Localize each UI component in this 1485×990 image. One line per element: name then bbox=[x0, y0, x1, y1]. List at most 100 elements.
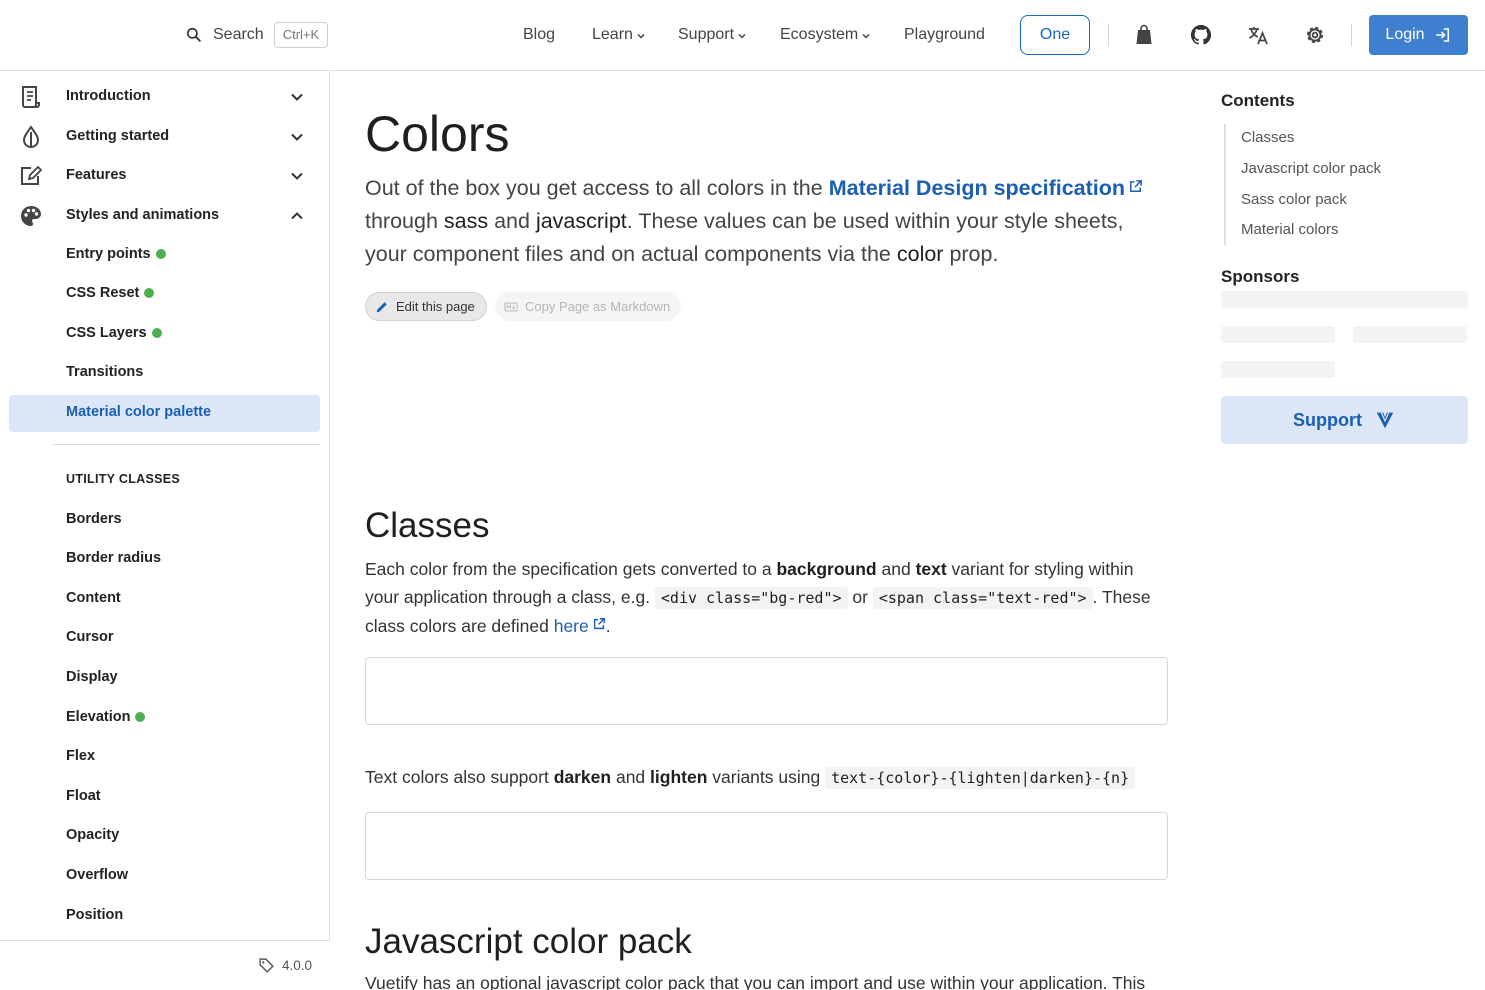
new-badge bbox=[151, 328, 162, 338]
inline-code: <div class="bg-red"> bbox=[654, 587, 848, 609]
paragraph-emphasis: background bbox=[776, 559, 877, 579]
sidebar-item-material-color-palette[interactable]: Material color palette bbox=[9, 395, 320, 432]
support-label: Support bbox=[1293, 409, 1362, 430]
sidebar-item-elevation[interactable]: Elevation bbox=[66, 705, 146, 729]
search-button[interactable]: Search Ctrl+K bbox=[184, 20, 329, 50]
js-pack-paragraph: Vuetify has an optional javascript color… bbox=[365, 973, 1146, 990]
edit-page-label: Edit this page bbox=[396, 299, 475, 314]
nav-playground[interactable]: Playground bbox=[904, 20, 985, 50]
sidebar-item-label: Content bbox=[66, 590, 121, 606]
login-icon bbox=[1435, 28, 1449, 42]
classes-paragraph: Each color from the specification gets c… bbox=[365, 555, 1155, 640]
markdown-icon bbox=[504, 301, 518, 312]
github-button[interactable] bbox=[1181, 15, 1221, 55]
lead-text: through bbox=[365, 209, 444, 233]
paragraph-text: . bbox=[605, 616, 611, 636]
sidebar-item-css-reset[interactable]: CSS Reset bbox=[66, 281, 155, 305]
language-button[interactable] bbox=[1238, 15, 1278, 55]
sidebar-item-entry-points[interactable]: Entry points bbox=[66, 242, 166, 266]
sidebar-item-label: CSS Reset bbox=[66, 285, 140, 301]
copy-markdown-button[interactable]: Copy Page as Markdown bbox=[495, 292, 682, 321]
lead-text: prop. bbox=[943, 242, 999, 266]
example-box bbox=[365, 812, 1168, 880]
lead-emphasis: sass bbox=[443, 209, 489, 233]
version-badge[interactable]: 4.0.0 bbox=[258, 957, 312, 974]
settings-button[interactable] bbox=[1295, 15, 1335, 55]
chevron-down-icon bbox=[291, 133, 303, 141]
pencil-icon bbox=[376, 301, 387, 312]
sidebar-item-label: Styles and animations bbox=[66, 207, 220, 223]
sidebar-item-float[interactable]: Float bbox=[66, 784, 101, 808]
sidebar-item-getting-started[interactable]: Getting started bbox=[0, 117, 330, 155]
paragraph-emphasis: text bbox=[915, 559, 947, 579]
sponsor-placeholder bbox=[1221, 361, 1335, 378]
sidebar: Introduction Getting started Features St… bbox=[0, 71, 330, 990]
nav-learn[interactable]: Learn bbox=[592, 20, 647, 50]
toc-item-classes[interactable]: Classes bbox=[1241, 129, 1294, 146]
nav-support[interactable]: Support bbox=[678, 20, 748, 50]
toc-item-sass-color-pack[interactable]: Sass color pack bbox=[1241, 191, 1347, 208]
sidebar-item-position[interactable]: Position bbox=[66, 903, 123, 927]
new-badge bbox=[155, 249, 166, 259]
login-button[interactable]: Login bbox=[1369, 15, 1468, 55]
chevron-down-icon bbox=[291, 93, 303, 101]
nav-blog[interactable]: Blog bbox=[523, 20, 555, 50]
divider bbox=[1108, 24, 1109, 46]
toc-item-javascript-color-pack[interactable]: Javascript color pack bbox=[1241, 160, 1381, 177]
sidebar-item-css-layers[interactable]: CSS Layers bbox=[66, 321, 162, 345]
shop-button[interactable] bbox=[1124, 15, 1164, 55]
sidebar-item-label: Flex bbox=[66, 748, 96, 764]
material-spec-link[interactable]: Material Design specification bbox=[829, 176, 1143, 200]
sidebar-item-border-radius[interactable]: Border radius bbox=[66, 546, 161, 570]
here-link[interactable]: here bbox=[554, 616, 606, 636]
lead-text: and bbox=[488, 209, 536, 233]
chevron-down-icon bbox=[291, 172, 303, 180]
tag-icon bbox=[259, 958, 274, 973]
chevron-down-icon bbox=[862, 33, 870, 39]
paragraph-text: and bbox=[611, 767, 651, 787]
sidebar-item-label: Getting started bbox=[66, 128, 170, 144]
sponsor-placeholder bbox=[1221, 326, 1335, 343]
page-title: Colors bbox=[365, 106, 510, 162]
support-button[interactable]: Support bbox=[1221, 396, 1468, 444]
toc-title: Contents bbox=[1221, 91, 1295, 110]
sidebar-item-label: Opacity bbox=[66, 827, 120, 843]
variants-paragraph: Text colors also support darken and ligh… bbox=[365, 763, 1155, 792]
translate-icon bbox=[1249, 27, 1268, 45]
edit-page-button[interactable]: Edit this page bbox=[365, 292, 487, 321]
nav-ecosystem-label: Ecosystem bbox=[780, 26, 859, 43]
chevron-down-icon bbox=[637, 33, 645, 39]
nav-support-label: Support bbox=[678, 26, 735, 43]
sidebar-item-overflow[interactable]: Overflow bbox=[66, 863, 128, 887]
inline-code: text-{color}-{lighten|darken}-{n} bbox=[825, 767, 1136, 789]
sidebar-item-introduction[interactable]: Introduction bbox=[0, 77, 330, 115]
search-icon bbox=[186, 27, 201, 42]
nav-blog-label: Blog bbox=[523, 26, 556, 43]
nav-ecosystem[interactable]: Ecosystem bbox=[780, 20, 872, 50]
one-button[interactable]: One bbox=[1020, 15, 1090, 55]
sidebar-item-content[interactable]: Content bbox=[66, 586, 121, 610]
sidebar-item-label: Position bbox=[66, 907, 124, 923]
sidebar-item-opacity[interactable]: Opacity bbox=[66, 823, 119, 847]
copy-markdown-label: Copy Page as Markdown bbox=[525, 299, 671, 314]
sidebar-item-features[interactable]: Features bbox=[0, 156, 330, 194]
nav-learn-label: Learn bbox=[592, 26, 633, 43]
chevron-up-icon bbox=[291, 212, 303, 220]
toc-item-material-colors[interactable]: Material colors bbox=[1241, 221, 1339, 238]
sidebar-item-display[interactable]: Display bbox=[66, 665, 118, 689]
sidebar-item-flex[interactable]: Flex bbox=[66, 744, 95, 768]
sidebar-item-transitions[interactable]: Transitions bbox=[66, 360, 143, 384]
paragraph-emphasis: lighten bbox=[650, 767, 708, 787]
paragraph-emphasis: darken bbox=[553, 767, 612, 787]
section-heading-javascript-color-pack: Javascript color pack bbox=[365, 922, 692, 961]
sidebar-item-cursor[interactable]: Cursor bbox=[66, 625, 114, 649]
sidebar-item-label: Features bbox=[66, 167, 127, 183]
paragraph-text: Text colors also support bbox=[365, 767, 554, 787]
sidebar-item-styles-and-animations[interactable]: Styles and animations bbox=[0, 196, 330, 234]
sidebar-item-label: Transitions bbox=[66, 364, 144, 380]
sidebar-item-label: Entry points bbox=[66, 246, 151, 262]
sidebar-item-borders[interactable]: Borders bbox=[66, 507, 122, 531]
lead-emphasis: javascript bbox=[535, 209, 627, 233]
sidebar-item-label: Float bbox=[66, 788, 101, 804]
gear-icon bbox=[1306, 26, 1324, 44]
